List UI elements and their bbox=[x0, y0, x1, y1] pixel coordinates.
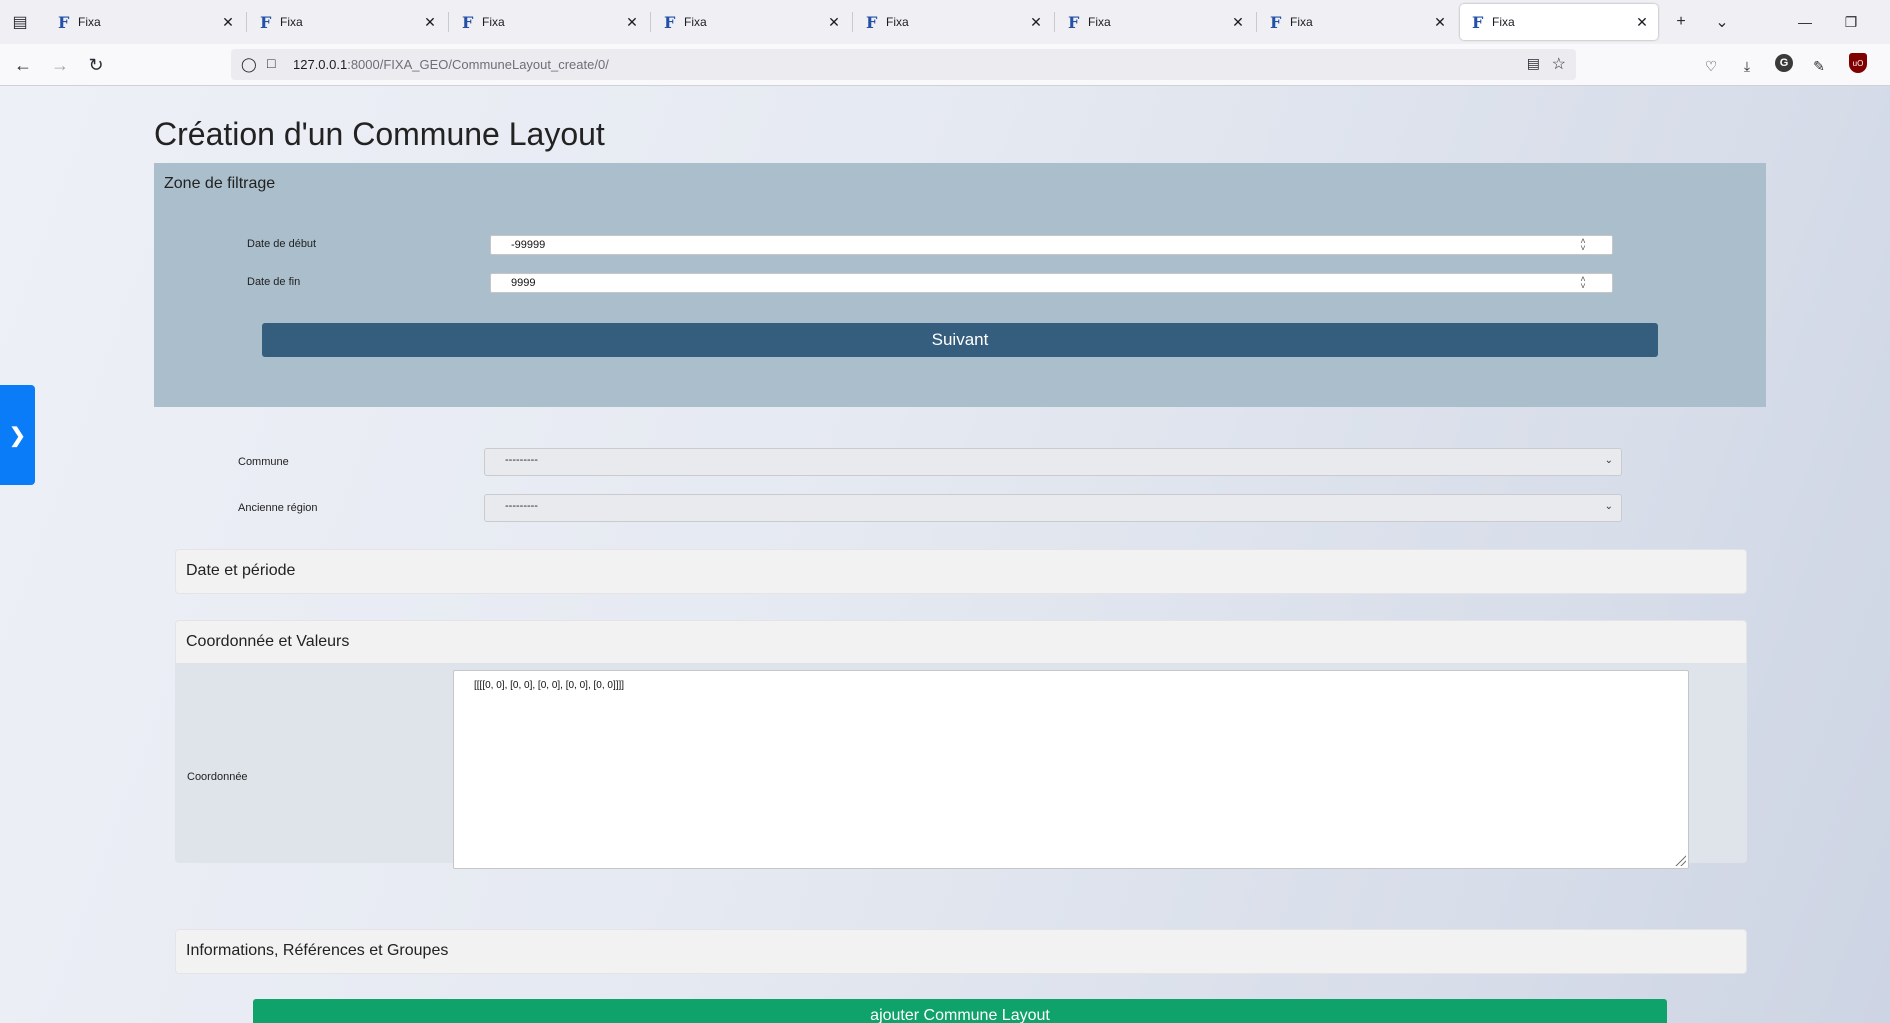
tab-list-icon[interactable]: ▤ bbox=[8, 10, 32, 34]
ancienne-region-select[interactable]: --------- ⌄ bbox=[484, 494, 1622, 522]
commune-selected-value: --------- bbox=[505, 454, 538, 466]
close-tab-icon[interactable]: ✕ bbox=[1024, 14, 1048, 31]
restore-window-icon[interactable]: ❐ bbox=[1836, 10, 1866, 34]
page-content: ❯ Création d'un Commune Layout Zone de f… bbox=[0, 86, 1890, 1023]
date-periode-panel-title: Date et période bbox=[186, 562, 296, 579]
tab-separator bbox=[852, 12, 853, 32]
page-title: Création d'un Commune Layout bbox=[154, 116, 605, 152]
close-tab-icon[interactable]: ✕ bbox=[1226, 14, 1250, 31]
tab-title: Fixa bbox=[1088, 15, 1111, 29]
date-debut-label: Date de début bbox=[247, 238, 317, 250]
date-fin-label: Date de fin bbox=[247, 276, 301, 288]
fixa-favicon-icon: F bbox=[462, 12, 474, 32]
tab-title: Fixa bbox=[1290, 15, 1313, 29]
reload-icon[interactable]: ↻ bbox=[83, 52, 109, 78]
suivant-button[interactable]: Suivant bbox=[262, 323, 1658, 357]
number-spinner-icon[interactable]: ˄ ˅ bbox=[1578, 275, 1588, 291]
tab-separator bbox=[650, 12, 651, 32]
date-debut-input[interactable]: -99999 ˄ ˅ bbox=[490, 235, 1613, 255]
tab-separator bbox=[448, 12, 449, 32]
url-text[interactable]: 127.0.0.1:8000/FIXA_GEO/CommuneLayout_cr… bbox=[293, 57, 609, 72]
date-fin-input[interactable]: 9999 ˄ ˅ bbox=[490, 273, 1613, 293]
fixa-favicon-icon: F bbox=[260, 12, 272, 32]
browser-chrome: ▤ F Fixa ✕ F Fixa ✕ F Fixa ✕ F Fixa ✕ F Fixa ✕ F Fixa ✕ F F… bbox=[0, 0, 1890, 86]
minimize-window-icon[interactable]: — bbox=[1790, 10, 1820, 34]
fixa-favicon-icon: F bbox=[1068, 12, 1080, 32]
tab-title: Fixa bbox=[886, 15, 909, 29]
browser-tab[interactable]: F Fixa ✕ bbox=[248, 4, 446, 40]
informations-panel-header[interactable]: Informations, Références et Groupes bbox=[175, 929, 1747, 974]
navigation-bar: ← → ↻ ◯ □ 127.0.0.1:8000/FIXA_GEO/Commun… bbox=[0, 44, 1890, 86]
browser-tab[interactable]: F Fixa ✕ bbox=[1460, 4, 1658, 40]
resize-handle-icon[interactable] bbox=[1674, 854, 1686, 866]
coordonnee-valeurs-panel-body: Coordonnée [[[[0, 0], [0, 0], [0, 0], [0… bbox=[175, 663, 1747, 869]
tab-bar: ▤ F Fixa ✕ F Fixa ✕ F Fixa ✕ F Fixa ✕ F Fixa ✕ F Fixa ✕ F F… bbox=[0, 0, 1890, 44]
close-tab-icon[interactable]: ✕ bbox=[1630, 14, 1654, 31]
browser-tab[interactable]: F Fixa ✕ bbox=[450, 4, 648, 40]
url-path: :8000/FIXA_GEO/CommuneLayout_create/0/ bbox=[347, 57, 609, 72]
forward-arrow-icon[interactable]: → bbox=[47, 52, 73, 78]
tab-title: Fixa bbox=[280, 15, 303, 29]
commune-select[interactable]: --------- ⌄ bbox=[484, 448, 1622, 476]
browser-tab[interactable]: F Fixa ✕ bbox=[1056, 4, 1254, 40]
url-host: 127.0.0.1 bbox=[293, 57, 348, 72]
date-debut-value: -99999 bbox=[511, 239, 546, 251]
close-tab-icon[interactable]: ✕ bbox=[822, 14, 846, 31]
number-spinner-icon[interactable]: ˄ ˅ bbox=[1578, 237, 1588, 253]
pocket-icon[interactable]: ♡ bbox=[1698, 54, 1724, 78]
informations-panel-title: Informations, Références et Groupes bbox=[186, 942, 449, 959]
close-tab-icon[interactable]: ✕ bbox=[620, 14, 644, 31]
ancienne-region-selected-value: --------- bbox=[505, 500, 538, 512]
close-tab-icon[interactable]: ✕ bbox=[418, 14, 442, 31]
tab-title: Fixa bbox=[684, 15, 707, 29]
filter-zone-title: Zone de filtrage bbox=[164, 175, 276, 192]
back-arrow-icon[interactable]: ← bbox=[10, 52, 36, 78]
address-bar[interactable]: ◯ □ 127.0.0.1:8000/FIXA_GEO/CommuneLayou… bbox=[231, 49, 1576, 80]
coordonnee-value: [[[[0, 0], [0, 0], [0, 0], [0, 0], [0, 0… bbox=[474, 680, 625, 691]
page-info-icon[interactable]: □ bbox=[267, 55, 275, 71]
coordonnee-valeurs-panel-title: Coordonnée et Valeurs bbox=[186, 633, 350, 650]
chevron-right-icon[interactable]: ❯ bbox=[0, 385, 35, 485]
tab-title: Fixa bbox=[482, 15, 505, 29]
tab-title: Fixa bbox=[1492, 15, 1515, 29]
extension-avatar-icon[interactable]: G bbox=[1775, 54, 1793, 72]
tab-title: Fixa bbox=[78, 15, 101, 29]
new-tab-plus-icon[interactable]: + bbox=[1668, 10, 1694, 34]
browser-tab[interactable]: F Fixa ✕ bbox=[1258, 4, 1456, 40]
tracking-protection-shield-icon[interactable]: ◯ bbox=[241, 56, 257, 73]
browser-tab[interactable]: F Fixa ✕ bbox=[854, 4, 1052, 40]
coordonnee-label: Coordonnée bbox=[187, 771, 248, 783]
reader-view-icon[interactable]: ▤ bbox=[1527, 55, 1540, 72]
bookmark-star-icon[interactable]: ☆ bbox=[1552, 54, 1566, 74]
date-fin-value: 9999 bbox=[511, 277, 536, 289]
browser-tab[interactable]: F Fixa ✕ bbox=[652, 4, 850, 40]
coordonnee-textarea[interactable]: [[[[0, 0], [0, 0], [0, 0], [0, 0], [0, 0… bbox=[453, 670, 1689, 869]
extensions-puzzle-icon[interactable]: ✎ bbox=[1806, 54, 1832, 78]
download-icon[interactable]: ⤓ bbox=[1734, 54, 1760, 78]
coordonnee-valeurs-panel-header[interactable]: Coordonnée et Valeurs bbox=[175, 620, 1747, 665]
fixa-favicon-icon: F bbox=[866, 12, 878, 32]
tab-separator bbox=[1054, 12, 1055, 32]
fixa-favicon-icon: F bbox=[664, 12, 676, 32]
fixa-favicon-icon: F bbox=[58, 12, 70, 32]
chevron-down-icon: ⌄ bbox=[1604, 501, 1613, 512]
date-periode-panel-header[interactable]: Date et période bbox=[175, 549, 1747, 594]
browser-tab[interactable]: F Fixa ✕ bbox=[46, 4, 244, 40]
tab-overflow-chevron-icon[interactable]: ⌄ bbox=[1709, 10, 1735, 34]
fixa-favicon-icon: F bbox=[1472, 12, 1484, 32]
close-tab-icon[interactable]: ✕ bbox=[1428, 14, 1452, 31]
filter-zone: Zone de filtrage Date de début -99999 ˄ ˅… bbox=[154, 163, 1766, 407]
ublock-origin-icon[interactable]: uO bbox=[1849, 53, 1867, 73]
ancienne-region-label: Ancienne région bbox=[238, 502, 318, 514]
tab-separator bbox=[1256, 12, 1257, 32]
close-tab-icon[interactable]: ✕ bbox=[216, 14, 240, 31]
fixa-favicon-icon: F bbox=[1270, 12, 1282, 32]
tab-separator bbox=[246, 12, 247, 32]
chevron-down-icon: ⌄ bbox=[1604, 455, 1613, 466]
commune-label: Commune bbox=[238, 456, 289, 468]
ajouter-commune-layout-button[interactable]: ajouter Commune Layout bbox=[253, 999, 1667, 1023]
